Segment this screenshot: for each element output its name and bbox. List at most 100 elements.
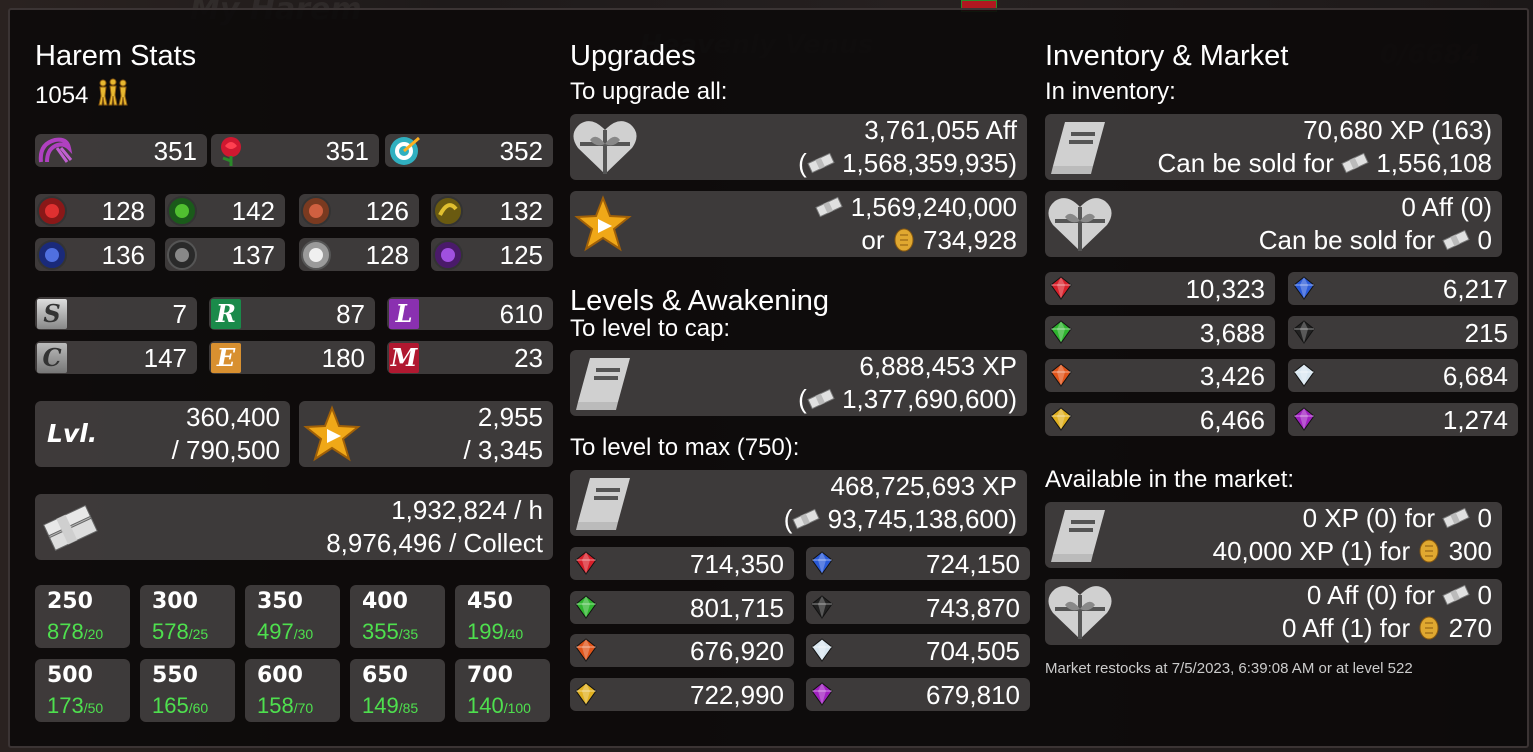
market-xp-koban-label: 40,000 XP (1) for	[1212, 536, 1411, 566]
level-count-value: 140	[467, 693, 504, 718]
level-count-value: 173	[47, 693, 84, 718]
upgrade-affection-values: 3,761,055 Aff ( 1,568,359,935)	[798, 114, 1017, 180]
class-charm-value: 351	[325, 136, 369, 166]
market-affection-money-value: 0	[1477, 580, 1492, 610]
rarity-mythic-badge: M	[389, 343, 419, 373]
whip-icon	[38, 137, 73, 163]
inventory-gem-value: 215	[1464, 317, 1508, 348]
element-red-value: 128	[101, 196, 145, 226]
upgrade-gem-cost: 801,715	[570, 590, 794, 624]
upgrade-gem-value: 704,505	[926, 636, 1020, 666]
money-icon	[1442, 584, 1470, 606]
inventory-xp-sell-line: Can be sold for 1,556,108	[1158, 147, 1492, 180]
money-icon	[1341, 152, 1369, 174]
level-to-cap-cost: 6,888,453 XP ( 1,377,690,600)	[570, 350, 1027, 416]
level-max: / 790,500	[171, 435, 280, 465]
rarity-legendary-badge: L	[389, 299, 419, 329]
upgrade-gem-value: 743,870	[926, 592, 1020, 623]
harem-count: 1054	[35, 78, 131, 110]
element-red-icon	[37, 196, 67, 226]
rarity-rare-value: 87	[336, 299, 365, 329]
inventory-affection-sell-line: Can be sold for 0	[1259, 224, 1492, 257]
level-threshold: 700	[467, 663, 513, 688]
element-light-value: 128	[365, 240, 409, 270]
inventory-gem-count: 6,684	[1288, 359, 1518, 392]
harem-count-value: 1054	[35, 82, 89, 109]
rarity-legendary-value: 610	[499, 299, 543, 329]
upgrade-stars-money-line: 1,569,240,000	[815, 191, 1017, 224]
paren-open: (	[798, 384, 807, 414]
element-blue-value: 136	[101, 240, 145, 270]
level-current: 360,400	[186, 402, 280, 432]
income-per-collect: 8,976,496 / Collect	[326, 528, 543, 558]
rarity-starting-badge: S	[37, 299, 67, 329]
upgrade-gem-value: 676,920	[690, 636, 784, 666]
upgrade-gem-cost: 743,870	[806, 590, 1030, 624]
income-per-hour: 1,932,824 / h	[391, 495, 543, 525]
rarity-mythic-value: 23	[514, 343, 543, 373]
element-stat: 125	[431, 238, 553, 271]
book-icon	[576, 358, 630, 410]
level-count-max: /30	[293, 626, 314, 642]
class-charm-stat: 351	[211, 134, 379, 167]
market-affection-koban-value: 270	[1448, 613, 1492, 643]
upgrade-gem-cost: 704,505	[806, 634, 1030, 667]
level-count-value: 497	[257, 619, 294, 644]
paren-open: (	[798, 148, 807, 178]
level-count-max: /70	[293, 700, 314, 716]
market-affection-money-label: 0 Aff (0) for	[1306, 580, 1436, 610]
level-count-value: 158	[257, 693, 294, 718]
rarity-common-badge: C	[37, 343, 67, 373]
book-icon	[1051, 510, 1105, 562]
inventory-gem-count: 10,323	[1045, 272, 1275, 305]
inventory-affection-sell-value: 0	[1477, 225, 1492, 255]
money-icon	[1442, 229, 1470, 251]
level-count: 355/35	[362, 619, 418, 645]
level-threshold: 450	[467, 589, 513, 614]
gem-orange-icon	[1050, 363, 1072, 387]
level-count-cell: 650 149/85	[350, 659, 445, 722]
element-stat: 128	[35, 194, 155, 227]
level-count-cell: 450 199/40	[455, 585, 550, 648]
rarity-common-value: 147	[143, 343, 187, 373]
upgrade-stars-koban: 734,928	[923, 225, 1017, 255]
inventory-gem-value: 3,426	[1199, 361, 1265, 391]
market-restock-info: Market restocks at 7/5/2023, 6:39:08 AM …	[1045, 660, 1413, 677]
upgrade-gem-value: 801,715	[690, 592, 784, 623]
girls-icon	[98, 78, 128, 106]
level-count-max: /100	[503, 700, 531, 716]
upgrade-gem-value: 679,810	[926, 679, 1020, 710]
upgrade-gem-value: 714,350	[690, 549, 784, 579]
income-values: 1,932,824 / h 8,976,496 / Collect	[326, 494, 543, 560]
market-affection-money-line: 0 Aff (0) for 0	[1282, 579, 1492, 612]
class-knowhow-stat: 352	[385, 134, 553, 167]
level-threshold: 600	[257, 663, 303, 688]
rarity-epic-value: 180	[321, 343, 365, 373]
upgrade-affection-cost: 3,761,055 Aff ( 1,568,359,935)	[570, 114, 1027, 180]
gem-blue-icon	[1293, 276, 1315, 300]
gem-red-icon	[575, 551, 597, 575]
element-stat: 126	[299, 194, 419, 227]
market-affection: 0 Aff (0) for 0 0 Aff (1) for 270	[1045, 579, 1502, 645]
class-hardcore-stat: 351	[35, 134, 207, 167]
gem-white-icon	[1293, 363, 1315, 387]
rarity-starting-value: 7	[172, 299, 187, 329]
gem-green-icon	[575, 594, 597, 619]
level-to-cap-xp: 6,888,453 XP	[859, 351, 1017, 381]
rose-icon	[221, 137, 241, 166]
level-count-value: 578	[152, 619, 189, 644]
level-count: 149/85	[362, 693, 418, 719]
gift-heart-icon	[573, 121, 637, 174]
element-yellow-icon	[433, 196, 463, 226]
upgrade-stars-koban-line: or 734,928	[815, 224, 1017, 257]
level-count-cell: 400 355/35	[350, 585, 445, 648]
gem-red-icon	[1050, 276, 1072, 300]
market-affection-values: 0 Aff (0) for 0 0 Aff (1) for 270	[1282, 579, 1492, 645]
income-stat: 1,932,824 / h 8,976,496 / Collect	[35, 494, 553, 560]
gem-orange-icon	[575, 638, 597, 662]
market-affection-koban-line: 0 Aff (1) for 270	[1282, 612, 1492, 645]
level-count-max: /35	[398, 626, 419, 642]
class-knowhow-value: 352	[499, 136, 543, 166]
inventory-affection: 0 Aff (0) Can be sold for 0	[1045, 191, 1502, 257]
market-xp-koban-line: 40,000 XP (1) for 300	[1213, 535, 1492, 568]
